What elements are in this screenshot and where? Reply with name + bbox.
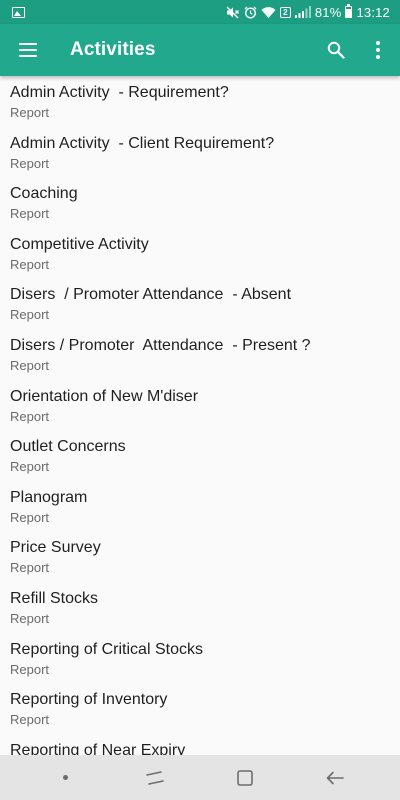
activity-subtitle: Report xyxy=(10,307,50,323)
activity-subtitle: Report xyxy=(10,610,50,626)
activity-list-item[interactable]: Admin Activity - Requirement? Report xyxy=(0,76,400,127)
activity-title: Outlet Concerns xyxy=(10,438,126,456)
menu-button[interactable] xyxy=(0,24,56,76)
activity-list-item[interactable]: Orientation of New M'diser Report xyxy=(0,380,400,431)
nav-dot-button[interactable] xyxy=(35,755,95,800)
activity-title: Refill Stocks xyxy=(10,589,99,607)
status-bar: 2 81% 13:12 xyxy=(0,0,400,24)
search-icon xyxy=(327,41,345,59)
system-nav-bar xyxy=(0,755,400,800)
activity-title: Reporting of Near Expiry xyxy=(10,741,186,755)
activity-list-item[interactable]: Disers / Promoter Attendance - Absent Rep… xyxy=(0,278,400,329)
activity-subtitle: Report xyxy=(10,256,50,272)
menu-icon xyxy=(19,43,37,57)
signal-icon xyxy=(294,5,311,19)
home-icon xyxy=(237,769,253,786)
mute-icon xyxy=(226,5,240,19)
activity-subtitle: Report xyxy=(10,206,50,222)
home-button[interactable] xyxy=(215,755,275,800)
activity-subtitle: Report xyxy=(10,459,50,475)
activity-list-item[interactable]: Refill Stocks Report xyxy=(0,582,400,633)
more-vert-icon xyxy=(376,41,380,59)
battery-icon xyxy=(345,4,353,18)
status-left xyxy=(12,6,25,18)
activity-subtitle: Report xyxy=(10,357,50,373)
activity-list-item[interactable]: Admin Activity - Client Requirement? Repo… xyxy=(0,127,400,178)
nav-dot-icon xyxy=(62,775,68,780)
sim-badge: 2 xyxy=(279,6,291,18)
activity-list-item[interactable]: Price Survey Report xyxy=(0,531,400,582)
activity-title: Competitive Activity xyxy=(10,235,149,253)
activity-subtitle: Report xyxy=(10,509,50,525)
activity-title: Price Survey xyxy=(10,539,101,557)
activity-title: Admin Activity - Client Requirement? xyxy=(10,134,275,152)
alarm-icon xyxy=(244,5,257,19)
activity-list-item[interactable]: Outlet Concerns Report xyxy=(0,430,400,481)
activity-list[interactable]: Admin Activity - Requirement? Report Admin… xyxy=(0,76,400,755)
toolbar: Activities xyxy=(0,24,400,76)
activity-title: Reporting of Critical Stocks xyxy=(10,640,203,658)
activity-subtitle: Report xyxy=(10,408,50,424)
recents-button[interactable] xyxy=(125,755,185,800)
activity-title: Planogram xyxy=(10,488,88,506)
activity-list-item[interactable]: Disers / Promoter Attendance - Present ?… xyxy=(0,329,400,380)
page-title: Activities xyxy=(70,39,156,60)
activity-title: Admin Activity - Requirement? xyxy=(10,84,229,101)
activity-subtitle: Report xyxy=(10,155,50,171)
status-right: 2 81% 13:12 xyxy=(226,4,390,20)
activity-list-item[interactable]: Coaching Report xyxy=(0,177,400,228)
screen: 2 81% 13:12 Activities Admin Activity - … xyxy=(0,0,400,800)
activity-title: Disers / Promoter Attendance - Absent xyxy=(10,286,292,304)
activity-title: Disers / Promoter Attendance - Present ? xyxy=(10,336,311,354)
activity-list-item[interactable]: Reporting of Critical Stocks Report xyxy=(0,633,400,684)
battery-percent: 81% xyxy=(314,4,342,20)
back-button[interactable] xyxy=(305,755,365,800)
wifi-icon xyxy=(261,5,276,19)
activity-title: Orientation of New M'diser xyxy=(10,387,199,405)
activity-list-item[interactable]: Planogram Report xyxy=(0,481,400,532)
activity-list-item[interactable]: Competitive Activity Report xyxy=(0,228,400,279)
activity-title: Coaching xyxy=(10,185,78,203)
recents-icon xyxy=(146,770,164,785)
search-button[interactable] xyxy=(316,24,356,76)
activity-subtitle: Report xyxy=(10,712,50,728)
activity-subtitle: Report xyxy=(10,105,50,120)
back-icon xyxy=(326,771,344,784)
clock: 13:12 xyxy=(356,4,390,20)
overflow-menu-button[interactable] xyxy=(358,24,398,76)
activity-list-item[interactable]: Reporting of Inventory Report xyxy=(0,683,400,734)
activity-title: Reporting of Inventory xyxy=(10,691,168,709)
activity-subtitle: Report xyxy=(10,560,50,576)
activity-list-item[interactable]: Reporting of Near Expiry xyxy=(0,734,400,755)
activity-subtitle: Report xyxy=(10,661,50,677)
gallery-icon xyxy=(12,6,25,18)
